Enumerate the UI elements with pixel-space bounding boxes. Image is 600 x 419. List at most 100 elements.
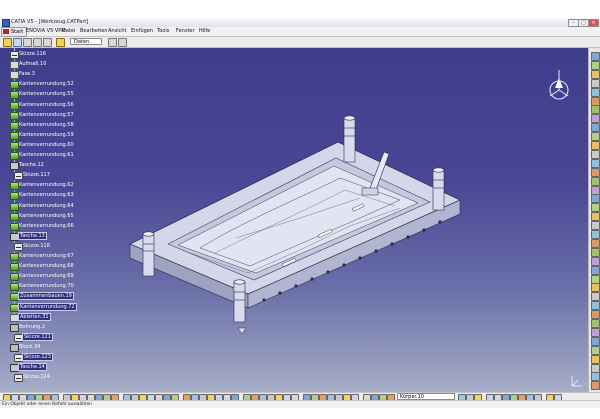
tool-icon[interactable] — [591, 52, 600, 61]
sketch-icon — [14, 242, 23, 251]
tool-icon[interactable] — [591, 167, 600, 177]
tree-item-label: Tasche.13 — [18, 231, 47, 240]
tree-item-label: Skizze.121 — [22, 332, 53, 341]
tool-icon[interactable] — [591, 301, 600, 311]
catia-logo-icon — [3, 29, 9, 34]
right-toolbar — [588, 48, 600, 392]
tool-icon[interactable] — [591, 176, 600, 186]
tool-icon[interactable] — [591, 363, 600, 373]
bottom-toolbar: Körper.10 — [0, 392, 600, 400]
top-toolbar: Daten — [0, 37, 600, 48]
compass-icon[interactable] — [546, 68, 572, 100]
menu-tools[interactable]: Tools — [157, 28, 169, 34]
tree-item-label: Block.34 — [19, 343, 41, 350]
koerper-select[interactable]: Körper.10 — [397, 393, 455, 400]
tool-icon[interactable] — [591, 247, 600, 257]
menu-fenster[interactable]: Fenster — [176, 28, 195, 34]
tree-item-label: Tasche.12 — [19, 162, 44, 169]
tool-icon[interactable] — [591, 60, 600, 70]
tree-item-label: Fase.3 — [19, 71, 35, 78]
tree-item-label: Kantenverrundung.68 — [19, 263, 74, 270]
tool-icon[interactable] — [591, 345, 600, 355]
edge-fillet-icon — [10, 131, 19, 140]
status-bar: Ein Objekt oder einen Befehl auswählen — [0, 400, 600, 408]
hole-icon — [10, 323, 19, 332]
tool-icon[interactable] — [591, 372, 600, 382]
tool-icon[interactable] — [591, 114, 600, 124]
tool-icon[interactable] — [591, 158, 600, 168]
draft-icon — [10, 313, 19, 322]
tool-icon[interactable] — [591, 123, 600, 133]
window-title: CATIA V5 - [Werkzeug.CATPart] — [11, 19, 89, 25]
tool-icon[interactable] — [591, 132, 600, 142]
tool-icon[interactable] — [591, 149, 600, 159]
menu-bearbeiten[interactable]: Bearbeiten — [80, 28, 107, 34]
tool-icon[interactable] — [591, 238, 600, 248]
sketch-icon — [14, 374, 23, 383]
tool-icon[interactable] — [591, 265, 600, 275]
tool-icon[interactable] — [591, 283, 600, 293]
tool-icon[interactable] — [591, 230, 600, 239]
tool-icon[interactable] — [591, 327, 600, 337]
tool-icon[interactable] — [591, 336, 600, 346]
menu-enovia[interactable]: ENOVIA V5 VPM — [26, 28, 66, 34]
edge-fillet-icon — [10, 152, 19, 160]
tool-icon[interactable] — [591, 203, 600, 213]
start-menu-button[interactable]: Start — [1, 27, 28, 37]
cut-icon[interactable] — [23, 38, 32, 47]
close-button[interactable]: × — [588, 19, 599, 27]
tool-icon[interactable] — [591, 354, 600, 364]
tool-icon[interactable] — [591, 221, 600, 231]
daten-select[interactable]: Daten — [70, 38, 102, 45]
sketch-icon — [14, 333, 23, 342]
tool-icon[interactable] — [591, 69, 600, 79]
paste-icon[interactable] — [43, 38, 52, 47]
tool-icon[interactable] — [591, 381, 600, 391]
edge-fillet-icon — [10, 212, 19, 221]
tree-item-label: Kantenverrundung.62 — [19, 182, 74, 189]
tool-icon[interactable] — [591, 105, 600, 115]
menu-datei[interactable]: Datei — [62, 28, 75, 34]
specification-tree: Skizze.116 Aufmaß.10 Fase.3 Kantenverrundun… — [4, 48, 124, 392]
tool-icon[interactable] — [591, 256, 600, 266]
tool-icon[interactable] — [591, 96, 600, 106]
tool-icon[interactable] — [591, 87, 600, 97]
pocket-icon — [10, 162, 19, 171]
tool-icon[interactable] — [591, 274, 600, 284]
copy-icon[interactable] — [33, 38, 42, 47]
tree-item-label: Kantenverrundung.55 — [19, 91, 74, 98]
menu-einfuegen[interactable]: Einfügen — [131, 28, 153, 34]
tree-item-label: Kantenverrundung.67 — [19, 253, 74, 259]
sketch-icon — [14, 172, 23, 181]
tool-icon[interactable] — [591, 212, 600, 222]
tool-icon[interactable] — [591, 310, 600, 320]
menu-ansicht[interactable]: Ansicht — [108, 28, 126, 34]
edge-fillet-icon — [10, 273, 19, 282]
edge-fillet-icon — [10, 121, 19, 130]
tool-icon[interactable] — [591, 141, 600, 150]
tree-item-label: Kantenverrundung.60 — [19, 141, 74, 148]
data-folder-icon[interactable] — [56, 38, 65, 47]
tree-item-label: Kantenverrundung.52 — [19, 81, 74, 88]
tool-icon[interactable] — [108, 38, 117, 47]
save-icon[interactable] — [13, 38, 22, 47]
tool-icon[interactable] — [591, 319, 600, 328]
tool-icon[interactable] — [118, 38, 127, 47]
tree-item-label: Kantenverrundung.70 — [19, 283, 74, 290]
3d-viewport[interactable]: Skizze.116 Aufmaß.10 Fase.3 Kantenverrundun… — [0, 48, 588, 392]
tree-item-label: Skizze.118 — [23, 242, 50, 249]
assemble-icon — [10, 293, 19, 302]
edge-fillet-icon — [10, 192, 19, 201]
tool-icon[interactable] — [591, 292, 600, 302]
start-label: Start — [11, 29, 24, 35]
tool-icon[interactable] — [591, 194, 600, 204]
tree-item-label: Kantenverrundung.72 — [18, 302, 77, 311]
tool-icon[interactable] — [591, 185, 600, 195]
edge-fillet-icon — [10, 182, 19, 191]
edge-fillet-icon — [10, 81, 19, 90]
folder-icon[interactable] — [3, 38, 12, 47]
tool-icon[interactable] — [591, 78, 600, 88]
tree-item-label: Kantenverrundung.57 — [19, 111, 74, 118]
menu-hilfe[interactable]: Hilfe — [199, 28, 210, 34]
tree-item-label: Kantenverrundung.59 — [19, 131, 74, 138]
